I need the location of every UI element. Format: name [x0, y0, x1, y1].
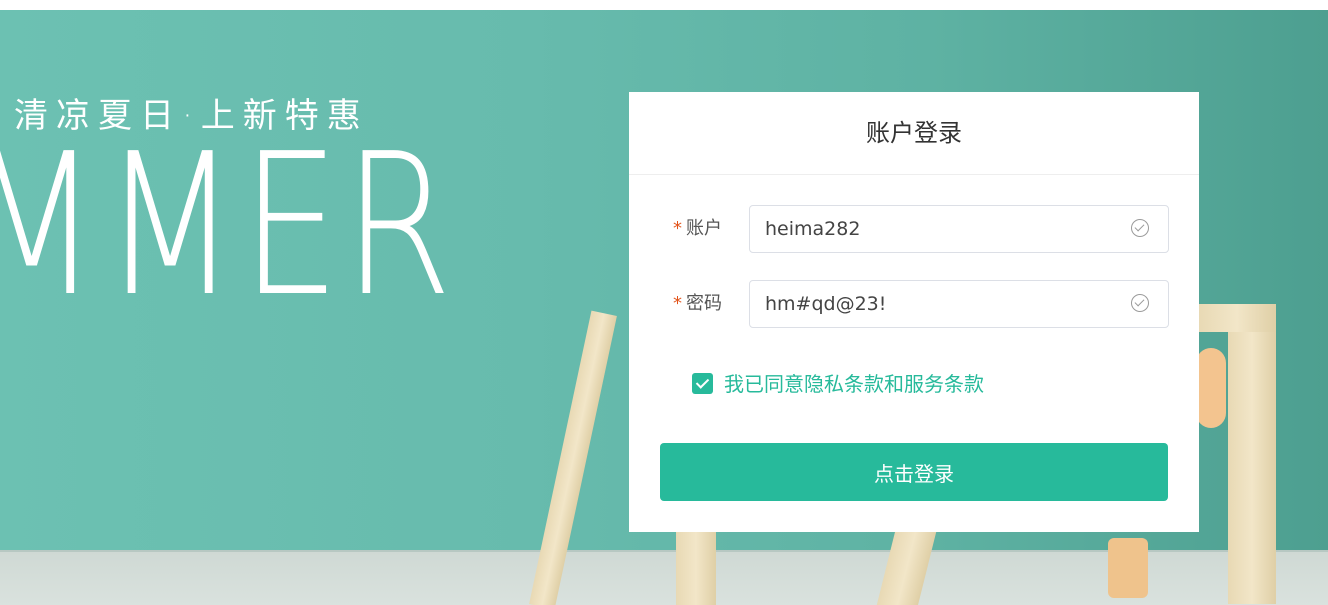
account-label-text: 账户: [686, 218, 722, 239]
login-title: 账户登录: [629, 92, 1199, 175]
password-label: * 密码: [673, 280, 722, 328]
login-card: 账户登录 *账户 *密码 我已同意隐私条款和服务条款 点击登录: [629, 92, 1199, 532]
password-input[interactable]: [749, 280, 1169, 328]
checkbox-checked-icon[interactable]: [692, 373, 713, 394]
password-row: * 密码: [629, 280, 1199, 328]
wood-frame-right-top: [1198, 304, 1276, 332]
wood-frame-right-post: [1228, 304, 1276, 604]
agree-terms-label[interactable]: 我已同意隐私条款和服务条款: [724, 370, 984, 398]
cactus-stem: [1108, 538, 1148, 598]
account-row: * 账户: [629, 205, 1199, 253]
agree-row[interactable]: 我已同意隐私条款和服务条款: [692, 370, 1092, 400]
check-circle-icon: [1131, 294, 1149, 312]
required-mark: *: [673, 293, 682, 314]
password-label-text: 密码: [686, 293, 722, 314]
account-label: * 账户: [673, 205, 722, 253]
banner-big-word: MMER: [0, 112, 456, 340]
account-input[interactable]: [749, 205, 1169, 253]
check-circle-icon: [1131, 219, 1149, 237]
login-button[interactable]: 点击登录: [660, 443, 1168, 501]
cactus-decoration: [1196, 348, 1226, 428]
required-mark: *: [673, 218, 682, 239]
